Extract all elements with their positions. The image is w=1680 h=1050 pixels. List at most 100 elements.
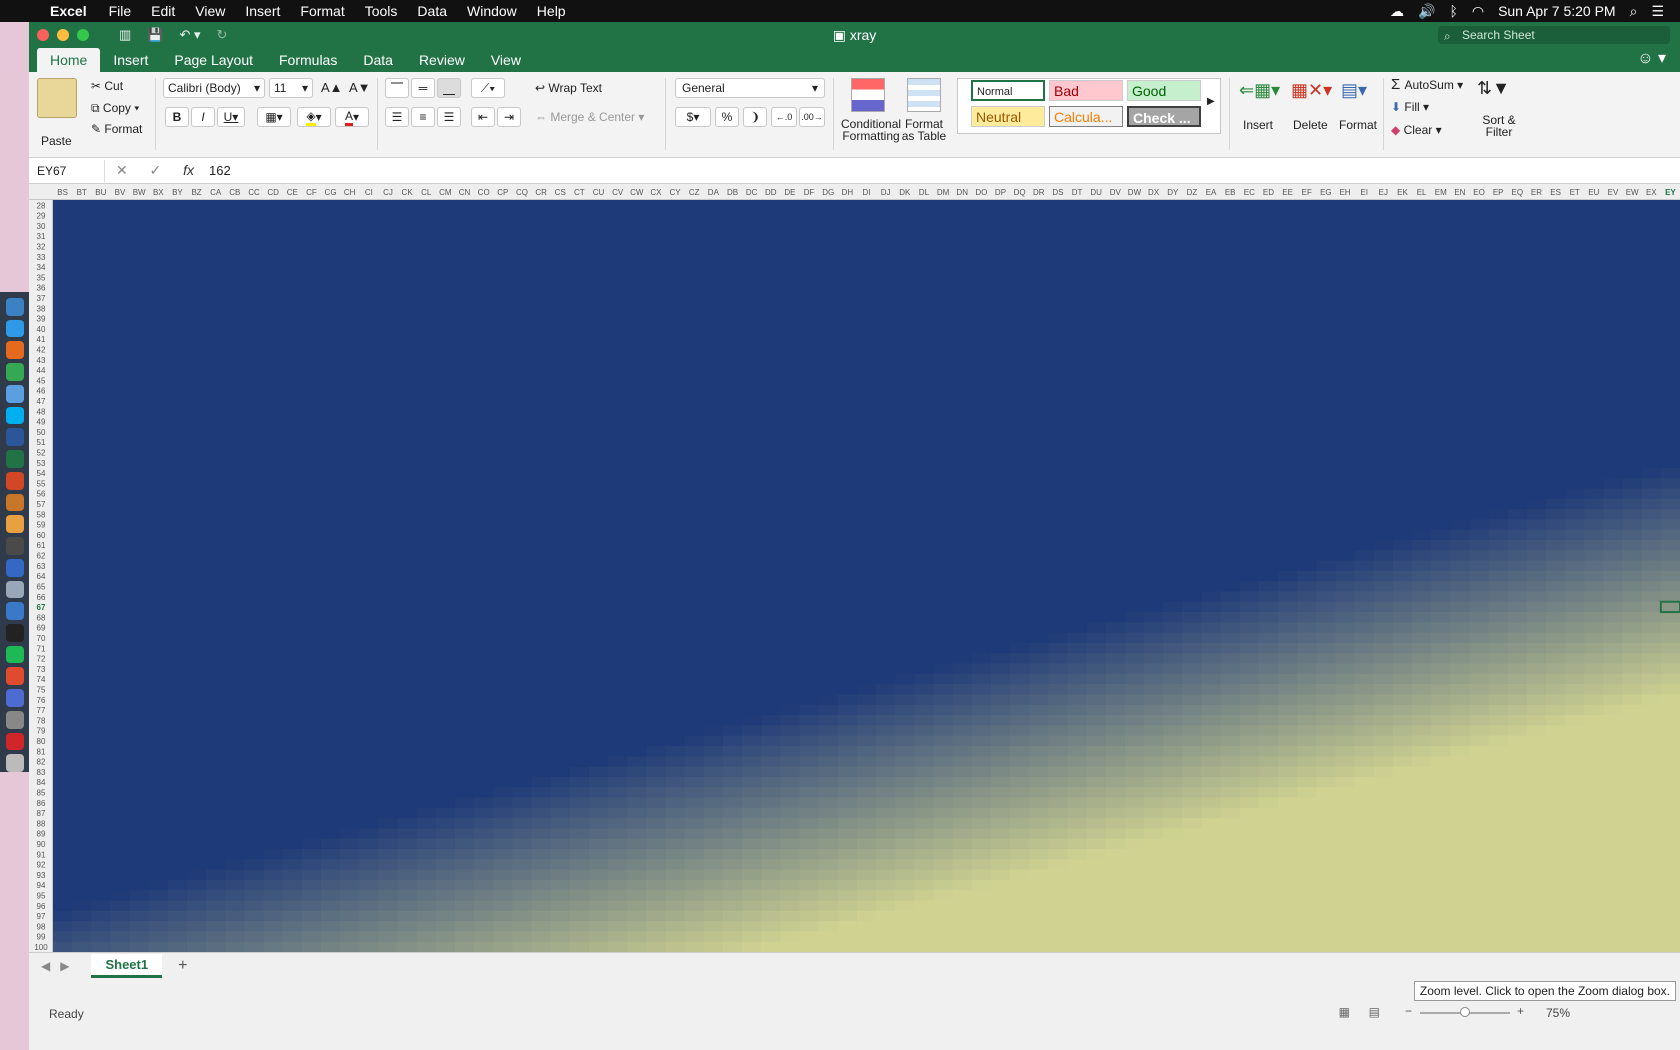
grid-cell[interactable]: [588, 354, 609, 366]
grid-cell[interactable]: [1067, 457, 1088, 469]
grid-cell[interactable]: [1354, 519, 1375, 531]
grid-cell[interactable]: [186, 673, 207, 685]
grid-cell[interactable]: [282, 333, 303, 345]
grid-cell[interactable]: [1526, 745, 1547, 757]
row-header[interactable]: 80: [37, 737, 46, 746]
grid-cell[interactable]: [569, 385, 590, 397]
grid-cell[interactable]: [1488, 570, 1509, 582]
grid-cell[interactable]: [91, 385, 111, 397]
grid-cell[interactable]: [856, 303, 877, 314]
grid-cell[interactable]: [627, 560, 647, 572]
grid-cell[interactable]: [1220, 313, 1241, 325]
grid-cell[interactable]: [1392, 612, 1413, 623]
grid-cell[interactable]: [435, 261, 456, 273]
grid-cell[interactable]: [129, 323, 150, 335]
grid-cell[interactable]: [301, 529, 322, 541]
grid-cell[interactable]: [1641, 612, 1662, 623]
grid-cell[interactable]: [435, 282, 456, 294]
grid-cell[interactable]: [435, 498, 456, 510]
grid-cell[interactable]: [531, 406, 552, 417]
grid-cell[interactable]: [1201, 478, 1222, 489]
grid-cell[interactable]: [435, 467, 456, 479]
grid-cell[interactable]: [1105, 560, 1126, 572]
grid-cell[interactable]: [895, 220, 915, 232]
grid-cell[interactable]: [799, 230, 820, 242]
row-header[interactable]: 45: [37, 376, 46, 385]
row-header[interactable]: 61: [37, 541, 46, 550]
grid-cell[interactable]: [129, 488, 150, 500]
grid-cell[interactable]: [818, 509, 839, 520]
grid-cell[interactable]: [1105, 550, 1126, 562]
grid-cell[interactable]: [263, 519, 284, 531]
grid-cell[interactable]: [167, 200, 188, 211]
grid-cell[interactable]: [72, 406, 92, 417]
grid-cell[interactable]: [1450, 550, 1470, 562]
grid-cell[interactable]: [1373, 292, 1394, 304]
grid-cell[interactable]: [761, 673, 781, 685]
grid-cell[interactable]: [186, 570, 207, 582]
grid-cell[interactable]: [1660, 230, 1680, 242]
grid-cell[interactable]: [550, 622, 571, 634]
grid-cell[interactable]: [703, 200, 724, 211]
grid-cell[interactable]: [971, 539, 992, 551]
grid-cell[interactable]: [665, 735, 686, 747]
grid-cell[interactable]: [320, 581, 341, 592]
grid-cell[interactable]: [225, 601, 245, 613]
grid-cell[interactable]: [1584, 292, 1604, 304]
grid-cell[interactable]: [1622, 416, 1643, 428]
grid-cell[interactable]: [665, 416, 686, 428]
grid-cell[interactable]: [263, 200, 284, 211]
grid-cell[interactable]: [53, 560, 73, 572]
grid-cell[interactable]: [1622, 200, 1643, 211]
grid-cell[interactable]: [569, 210, 590, 222]
grid-cell[interactable]: [1546, 704, 1566, 716]
grid-cell[interactable]: [1048, 385, 1068, 397]
grid-cell[interactable]: [1086, 735, 1107, 747]
grid-cell[interactable]: [1105, 364, 1126, 376]
grid-cell[interactable]: [1163, 591, 1183, 603]
grid-cell[interactable]: [282, 241, 303, 253]
column-header[interactable]: EU: [1588, 188, 1599, 197]
grid-cell[interactable]: [818, 210, 839, 222]
grid-cell[interactable]: [895, 467, 915, 479]
grid-cell[interactable]: [531, 478, 552, 489]
grid-cell[interactable]: [1584, 416, 1604, 428]
grid-cell[interactable]: [1105, 426, 1126, 438]
grid-cell[interactable]: [1163, 354, 1183, 366]
grid-cell[interactable]: [837, 292, 858, 304]
grid-cell[interactable]: [378, 704, 399, 716]
grid-cell[interactable]: [110, 560, 131, 572]
grid-cell[interactable]: [1392, 230, 1413, 242]
grid-cell[interactable]: [971, 478, 992, 489]
grid-cell[interactable]: [454, 282, 475, 294]
grid-cell[interactable]: [1603, 467, 1624, 479]
grid-cell[interactable]: [301, 684, 322, 695]
grid-cell[interactable]: [531, 601, 552, 613]
grid-cell[interactable]: [933, 467, 954, 479]
grid-cell[interactable]: [397, 539, 418, 551]
grid-cell[interactable]: [1258, 581, 1279, 592]
grid-cell[interactable]: [1507, 292, 1528, 304]
skype-dock-icon[interactable]: [6, 406, 24, 425]
grid-cell[interactable]: [895, 200, 915, 211]
grid-cell[interactable]: [780, 663, 801, 675]
grid-cell[interactable]: [990, 488, 1011, 500]
grid-cell[interactable]: [378, 303, 399, 314]
grid-cell[interactable]: [608, 447, 628, 459]
grid-cell[interactable]: [1316, 457, 1336, 469]
grid-cell[interactable]: [856, 725, 877, 737]
close-window-button[interactable]: [37, 29, 49, 41]
grid-cell[interactable]: [129, 601, 150, 613]
column-header[interactable]: CJ: [383, 188, 393, 197]
grid-cell[interactable]: [722, 704, 743, 716]
grid-cell[interactable]: [608, 457, 628, 469]
grid-cell[interactable]: [856, 230, 877, 242]
grid-cell[interactable]: [397, 756, 418, 768]
grid-cell[interactable]: [799, 375, 820, 386]
grid-cell[interactable]: [225, 200, 245, 211]
grid-cell[interactable]: [225, 303, 245, 314]
grid-cell[interactable]: [1239, 230, 1260, 242]
grid-cell[interactable]: [550, 303, 571, 314]
grid-cell[interactable]: [646, 272, 667, 283]
grid-cell[interactable]: [1105, 704, 1126, 716]
